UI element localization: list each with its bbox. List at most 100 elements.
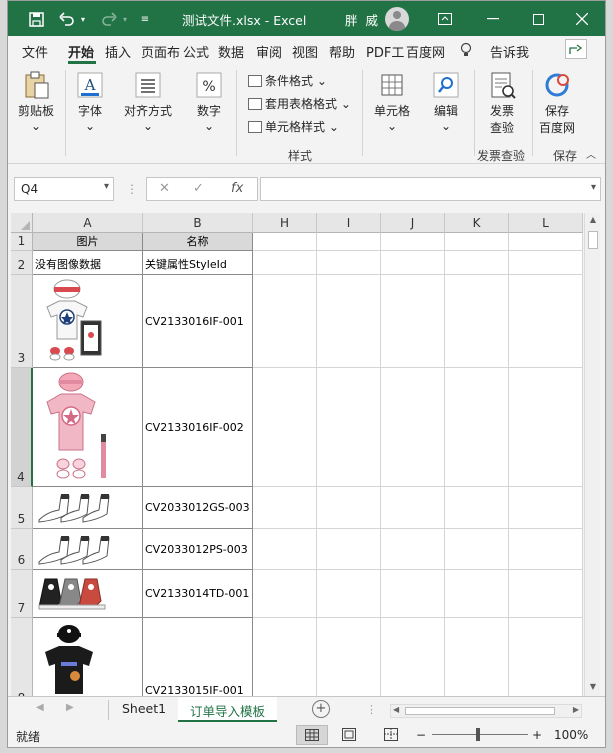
close-icon[interactable] xyxy=(572,9,592,29)
tab-file[interactable]: 文件 xyxy=(22,42,48,61)
vertical-scrollbar[interactable]: ▲ ▼ xyxy=(584,213,600,696)
cell-b4[interactable]: CV2133016IF-002 xyxy=(143,368,253,487)
expand-formula-icon[interactable]: ▾ xyxy=(591,182,596,193)
scroll-left-icon[interactable]: ◀ xyxy=(393,705,399,714)
sheet-tab-order-import[interactable]: 订单导入模板 xyxy=(178,697,278,722)
cell-b7[interactable]: CV2133014TD-001 xyxy=(143,570,253,618)
grid-cell[interactable] xyxy=(381,570,445,618)
scroll-up-icon[interactable]: ▲ xyxy=(587,215,599,227)
cell-a5[interactable] xyxy=(33,487,143,529)
grid-cell[interactable] xyxy=(253,251,317,275)
number-group[interactable]: % 数字 ⌄ xyxy=(191,66,227,162)
select-all-button[interactable] xyxy=(11,213,33,233)
redo-icon[interactable] xyxy=(98,9,120,29)
grid-cell[interactable] xyxy=(317,570,381,618)
zoom-slider[interactable] xyxy=(432,734,528,735)
name-box[interactable]: Q4 ▾ xyxy=(14,177,114,201)
grid-cell[interactable] xyxy=(317,251,381,275)
tab-review[interactable]: 审阅 xyxy=(256,42,282,61)
format-as-table-button[interactable]: 套用表格格式 ⌄ xyxy=(248,95,351,112)
tab-help[interactable]: 帮助 xyxy=(329,42,355,61)
cell-b3[interactable]: CV2133016IF-001 xyxy=(143,275,253,368)
cell-b2[interactable]: 关键属性StyleId xyxy=(143,251,253,275)
grid-cell[interactable] xyxy=(509,368,583,487)
cell-a2[interactable]: 没有图像数据 xyxy=(33,251,143,275)
scroll-thumb[interactable] xyxy=(405,707,555,715)
grid-cell[interactable] xyxy=(317,529,381,570)
grid-cell[interactable] xyxy=(445,368,509,487)
grid-cell[interactable] xyxy=(509,251,583,275)
cell-b6[interactable]: CV2033012PS-003 xyxy=(143,529,253,570)
column-header-i[interactable]: I xyxy=(317,213,381,233)
chevron-down-icon[interactable]: ▾ xyxy=(104,181,109,192)
column-header-k[interactable]: K xyxy=(445,213,509,233)
grid-cell[interactable] xyxy=(381,618,445,696)
zoom-out-icon[interactable]: − xyxy=(416,728,426,742)
normal-view-icon[interactable] xyxy=(296,725,328,745)
formula-input[interactable]: ▾ xyxy=(260,177,601,201)
column-header-l[interactable]: L xyxy=(509,213,583,233)
add-sheet-icon[interactable]: + xyxy=(312,700,330,718)
prev-sheet-icon[interactable]: ◀ xyxy=(36,702,44,713)
cell-styles-button[interactable]: 单元格样式 ⌄ xyxy=(248,118,339,135)
grid-cell[interactable] xyxy=(317,275,381,368)
tab-page-layout[interactable]: 页面布 xyxy=(141,42,180,61)
row-header-6[interactable]: 6 xyxy=(11,529,33,570)
cell-a1[interactable]: 图片 xyxy=(33,233,143,251)
grid-cell[interactable] xyxy=(253,570,317,618)
grid-cell[interactable] xyxy=(509,570,583,618)
save-icon[interactable] xyxy=(26,9,46,29)
column-header-j[interactable]: J xyxy=(381,213,445,233)
cell-a6[interactable] xyxy=(33,529,143,570)
user-name[interactable]: 胖 威 xyxy=(345,10,380,29)
cell-a3[interactable] xyxy=(33,275,143,368)
worksheet-grid[interactable]: A B H I J K L 1 2 3 4 5 6 7 8 图片 名称 没有图像… xyxy=(11,213,583,696)
share-icon[interactable] xyxy=(565,39,587,59)
tell-me-search[interactable]: 告诉我 xyxy=(490,42,529,61)
tab-pdf-tools[interactable]: PDF工 xyxy=(366,42,404,61)
grid-cell[interactable] xyxy=(317,233,381,251)
scroll-down-icon[interactable]: ▼ xyxy=(587,682,599,694)
row-header-4[interactable]: 4 xyxy=(11,368,33,487)
grid-cell[interactable] xyxy=(381,233,445,251)
cell-a7[interactable] xyxy=(33,570,143,618)
grid-cell[interactable] xyxy=(253,529,317,570)
row-header-1[interactable]: 1 xyxy=(11,233,33,251)
conditional-format-button[interactable]: 条件格式 ⌄ xyxy=(248,72,327,89)
row-header-5[interactable]: 5 xyxy=(11,487,33,529)
grid-cell[interactable] xyxy=(445,275,509,368)
enter-icon[interactable]: ✓ xyxy=(193,181,204,196)
minimize-icon[interactable] xyxy=(483,9,503,29)
tab-baidu-netdisk[interactable]: 百度网 xyxy=(406,42,445,61)
customize-quick-access-icon[interactable]: ≡ xyxy=(138,9,152,29)
tab-view[interactable]: 视图 xyxy=(292,42,318,61)
scroll-thumb[interactable] xyxy=(588,231,598,249)
undo-dropdown-icon[interactable]: ▾ xyxy=(78,9,88,29)
row-header-3[interactable]: 3 xyxy=(11,275,33,368)
cell-b8[interactable]: CV2133015IF-001 xyxy=(143,618,253,696)
zoom-level[interactable]: 100% xyxy=(554,728,588,742)
redo-dropdown-icon[interactable]: ▾ xyxy=(120,9,130,29)
grid-cell[interactable] xyxy=(445,251,509,275)
row-header-2[interactable]: 2 xyxy=(11,251,33,275)
grid-cell[interactable] xyxy=(445,233,509,251)
clipboard-group[interactable]: 剪贴板 ⌄ xyxy=(12,66,60,162)
row-header-8[interactable]: 8 xyxy=(11,618,33,696)
avatar[interactable] xyxy=(385,7,409,31)
tab-insert[interactable]: 插入 xyxy=(105,42,131,61)
column-header-b[interactable]: B xyxy=(143,213,253,233)
grid-cell[interactable] xyxy=(381,487,445,529)
next-sheet-icon[interactable]: ▶ xyxy=(66,702,74,713)
horizontal-scrollbar[interactable]: ◀ ▶ xyxy=(390,704,582,718)
cell-b5[interactable]: CV2033012GS-003 xyxy=(143,487,253,529)
insert-function-icon[interactable]: fx xyxy=(231,181,243,196)
grid-cell[interactable] xyxy=(317,368,381,487)
grid-cell[interactable] xyxy=(509,275,583,368)
cell-a8[interactable] xyxy=(33,618,143,696)
grid-cell[interactable] xyxy=(253,618,317,696)
grid-cell[interactable] xyxy=(253,275,317,368)
grid-cell[interactable] xyxy=(381,529,445,570)
tab-formulas[interactable]: 公式 xyxy=(183,42,209,61)
tab-data[interactable]: 数据 xyxy=(218,42,244,61)
undo-icon[interactable] xyxy=(56,9,78,29)
